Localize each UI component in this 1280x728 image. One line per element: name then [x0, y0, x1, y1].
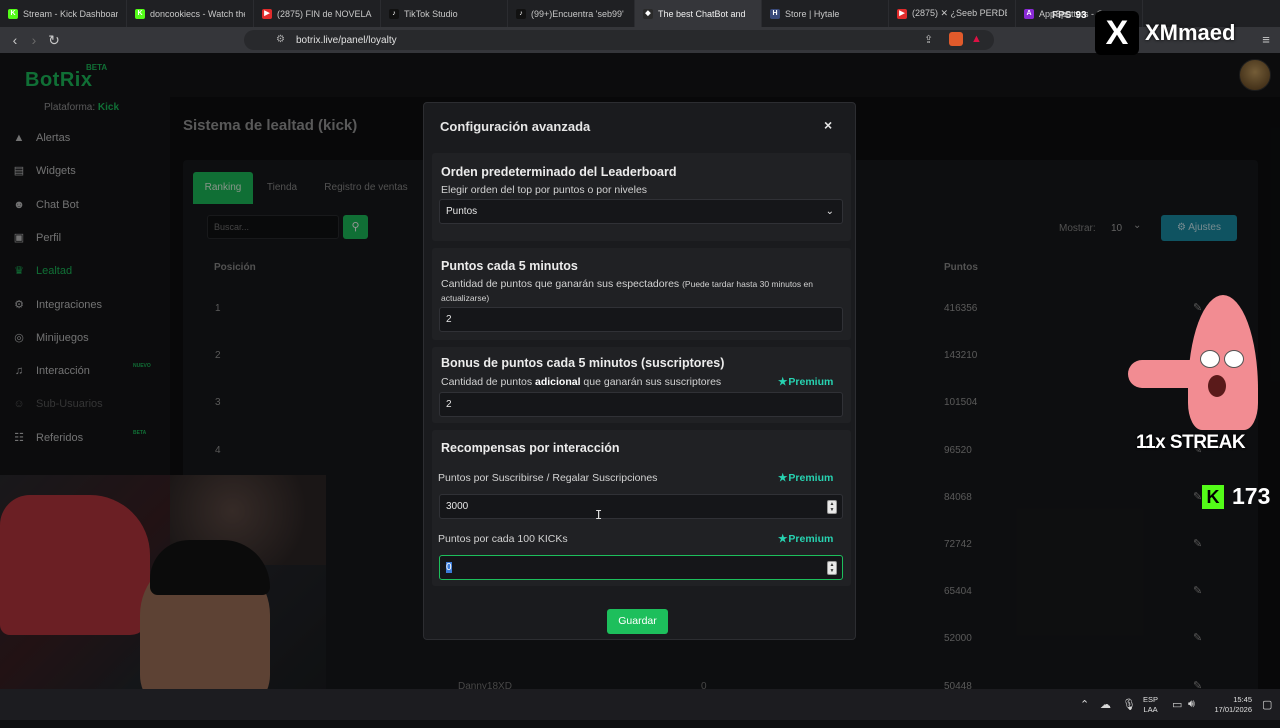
watermark-name: XMmaed: [1145, 20, 1236, 45]
browser-tab[interactable]: K Stream - Kick Dashboard: [0, 0, 127, 27]
favicon-icon: ♪: [389, 8, 399, 19]
notification-icon[interactable]: ▢: [1262, 698, 1272, 711]
premium-badge: ★Premium: [778, 472, 834, 484]
interaction-rewards-title: Recompensas por interacción: [441, 441, 620, 455]
site-settings-icon[interactable]: ⚙: [276, 34, 285, 45]
browser-tab[interactable]: ♪ TikTok Studio: [381, 0, 508, 27]
cloud-icon[interactable]: ☁: [1100, 698, 1111, 711]
fps-counter: FPS 93: [1052, 10, 1087, 21]
tab-label: Store | Hytale: [785, 8, 840, 19]
leaderboard-order-desc: Elegir orden del top por puntos o por ni…: [441, 184, 648, 196]
keyboard-language[interactable]: ESP LAA: [1143, 695, 1158, 715]
tab-label: (99+)Encuentra 'seb99' en: [531, 8, 626, 19]
forward-icon[interactable]: ›: [26, 32, 42, 48]
save-button[interactable]: Guardar: [607, 609, 668, 634]
modal-title: Configuración avanzada: [440, 119, 591, 134]
subscriber-bonus-desc: Cantidad de puntos adicional que ganarán…: [441, 376, 722, 388]
tab-label: (2875) FIN de NOVELA: [277, 8, 372, 19]
star-icon: ★: [778, 376, 788, 388]
system-clock[interactable]: 15:45 17/01/2026: [1208, 695, 1252, 715]
address-bar[interactable]: ⚙ botrix.live/panel/loyalty ⇪ ▲: [244, 30, 994, 50]
browser-tab[interactable]: ♪ (99+)Encuentra 'seb99' en: [508, 0, 635, 27]
number-stepper-icon[interactable]: ▲ ▼: [827, 561, 837, 575]
close-icon[interactable]: ×: [824, 117, 832, 133]
streak-counter: 11x STREAK: [1136, 432, 1246, 453]
favicon-icon: ◆: [643, 8, 653, 19]
points-per-5min-section: Puntos cada 5 minutos Cantidad de puntos…: [432, 248, 851, 340]
points-per-5min-input[interactable]: 2: [439, 307, 843, 332]
browser-tab-bar: K Stream - Kick Dashboard Kdoncookiecs - W…: [0, 0, 1280, 27]
favicon-icon: A: [1024, 8, 1034, 19]
browser-tab[interactable]: ▶ (2875) ✕ ¿Seeb PERDE: [889, 0, 1016, 27]
text-cursor-icon: I: [595, 508, 603, 522]
kick-logo-icon: K: [1202, 484, 1224, 509]
interaction-rewards-section: Recompensas por interacción Puntos por S…: [432, 430, 851, 586]
kicks-points-label: Puntos por cada 100 KICKs: [438, 533, 568, 545]
points-per-5min-title: Puntos cada 5 minutos: [441, 259, 578, 273]
brave-shield-icon[interactable]: [949, 32, 963, 46]
favicon-icon: ▶: [262, 8, 272, 19]
points-per-5min-desc: Cantidad de puntos que ganarán sus espec…: [441, 278, 813, 303]
back-icon[interactable]: ‹: [7, 32, 23, 48]
subscription-points-input[interactable]: 3000 ▲ ▼: [439, 494, 843, 519]
kicks-points-input[interactable]: 0 ▲ ▼: [439, 555, 843, 580]
x-logo-icon: X: [1095, 11, 1139, 55]
tab-label: TikTok Studio: [404, 8, 458, 19]
share-icon[interactable]: ⇪: [924, 33, 933, 46]
tab-label: The best ChatBot and: [658, 8, 746, 19]
tab-label: (2875) ✕ ¿Seeb PERDE: [912, 8, 1007, 18]
subscriber-bonus-title: Bonus de puntos cada 5 minutos (suscript…: [441, 356, 725, 370]
favicon-icon: ▶: [897, 8, 907, 19]
leaderboard-order-title: Orden predeterminado del Leaderboard: [441, 165, 677, 179]
browser-tab[interactable]: ▶ (2875) FIN de NOVELA: [254, 0, 381, 27]
speaker-icon[interactable]: 🔊︎: [1188, 698, 1195, 711]
kick-follower-counter: K 173: [1202, 483, 1270, 510]
url-text: botrix.live/panel/loyalty: [296, 35, 397, 46]
browser-tab[interactable]: H Store | Hytale: [762, 0, 889, 27]
xmmaed-watermark: X XMmaed: [1095, 10, 1265, 56]
advanced-config-modal: Configuración avanzada × Orden predeterm…: [423, 102, 856, 640]
reload-icon[interactable]: ↻: [46, 32, 62, 48]
windows-taskbar: ⌃ ☁ 🎙︎ ESP LAA ▭ 🔊︎ 15:45 17/01/2026 ▢: [0, 689, 1280, 720]
subscription-points-label: Puntos por Suscribirse / Regalar Suscrip…: [438, 472, 658, 484]
browser-toolbar: ‹ › ↻ ⚐ ⚙ botrix.live/panel/loyalty ⇪ ▲ …: [0, 27, 1280, 53]
subscriber-bonus-input[interactable]: 2: [439, 392, 843, 417]
premium-badge: ★Premium: [778, 376, 834, 388]
display-icon[interactable]: ▭: [1172, 698, 1182, 711]
premium-badge: ★Premium: [778, 533, 834, 545]
favicon-icon: K: [135, 8, 145, 19]
chevron-up-icon[interactable]: ⌃: [1080, 698, 1089, 711]
favicon-icon: K: [8, 8, 18, 19]
browser-tab[interactable]: Kdoncookiecs - Watch the V: [127, 0, 254, 27]
star-icon: ★: [778, 472, 788, 484]
tab-label: Stream - Kick Dashboard: [23, 8, 118, 19]
favicon-icon: ♪: [516, 8, 526, 19]
patrick-sticker: [1128, 295, 1258, 430]
chevron-down-icon: ⌄: [825, 206, 834, 217]
favicon-icon: H: [770, 8, 780, 19]
microphone-icon[interactable]: 🎙︎: [1122, 698, 1136, 711]
subscriber-bonus-section: Bonus de puntos cada 5 minutos (suscript…: [432, 347, 851, 423]
browser-tab[interactable]: ◆ The best ChatBot and: [635, 0, 762, 27]
number-stepper-icon[interactable]: ▲ ▼: [827, 500, 837, 514]
leaderboard-order-select[interactable]: Puntos ⌄: [439, 199, 843, 224]
leaderboard-order-section: Orden predeterminado del Leaderboard Ele…: [432, 153, 851, 241]
star-icon: ★: [778, 533, 788, 545]
tab-label: doncookiecs - Watch the V: [150, 8, 245, 19]
brave-rewards-icon[interactable]: ▲: [971, 33, 982, 45]
